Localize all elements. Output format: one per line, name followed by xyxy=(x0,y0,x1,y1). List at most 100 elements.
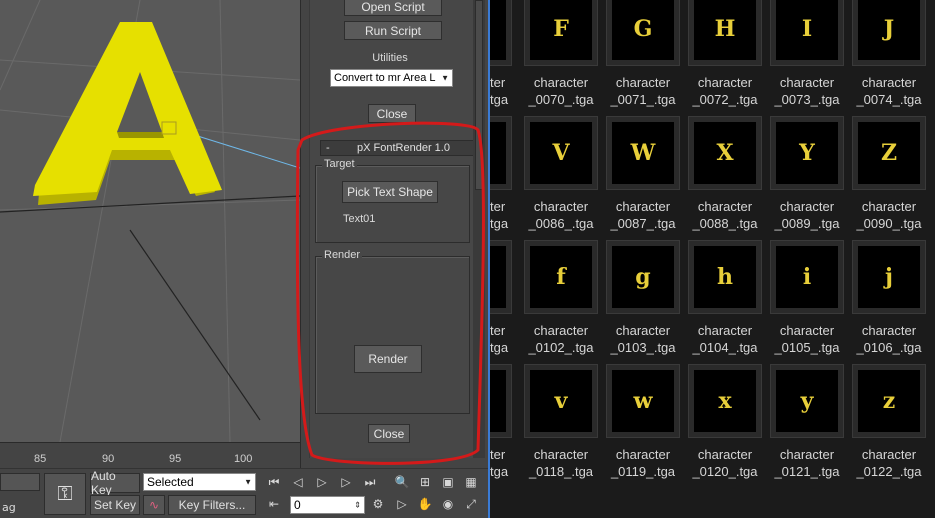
file-thumbnail[interactable]: g xyxy=(606,240,680,314)
field-of-view-icon[interactable]: ▷ xyxy=(392,495,412,513)
panel-scroll-thumb[interactable] xyxy=(475,0,483,190)
thumbnail-glyph: i xyxy=(776,246,838,308)
thumbnail-glyph: Y xyxy=(776,122,838,184)
viewport-scene xyxy=(0,0,300,442)
current-frame-spinner[interactable]: 0 ⇕ xyxy=(290,496,365,514)
file-name-line1: character xyxy=(533,447,589,462)
file-name-line2: _0088_.tga xyxy=(692,216,758,231)
rollout-header[interactable]: - pX FontRender 1.0 xyxy=(320,140,478,156)
file-thumbnail[interactable]: w xyxy=(606,364,680,438)
file-thumbnail[interactable]: I xyxy=(770,0,844,66)
file-name-line2: _0074_.tga xyxy=(856,92,922,107)
play-icon[interactable]: ▷ xyxy=(312,473,332,491)
file-tile-partial[interactable] xyxy=(490,0,512,66)
file-name-line2: _0072_.tga xyxy=(692,92,758,107)
auto-key-button[interactable]: Auto Key xyxy=(90,469,140,497)
file-thumbnail[interactable]: G xyxy=(606,0,680,66)
panel-scrollbar[interactable] xyxy=(473,0,485,458)
timeline-ruler[interactable]: 85 90 95 100 xyxy=(0,442,300,468)
close-utility-button[interactable]: Close xyxy=(368,104,416,123)
file-thumbnail[interactable]: j xyxy=(852,240,926,314)
utilities-dropdown[interactable]: Convert to mr Area L ▼ xyxy=(330,69,453,87)
file-caption-partial: tga xyxy=(490,216,509,231)
file-tile-partial[interactable] xyxy=(490,240,512,314)
target-group-title: Target xyxy=(322,158,357,170)
file-name-line1: character xyxy=(779,75,835,90)
file-thumbnail[interactable]: F xyxy=(524,0,598,66)
ruler-tick: 85 xyxy=(34,453,47,465)
file-name-line1: character xyxy=(697,75,753,90)
file-thumbnail[interactable]: v xyxy=(524,364,598,438)
thumbnail-glyph: V xyxy=(530,122,592,184)
animation-controls: ag ⚿ Auto Key Set Key Selected ▼ ∿ Key F… xyxy=(0,468,488,518)
file-thumbnail[interactable]: W xyxy=(606,116,680,190)
thumbnail-glyph: H xyxy=(694,0,756,60)
file-name-line2: _0120_.tga xyxy=(692,464,758,479)
pick-text-shape-button[interactable]: Pick Text Shape xyxy=(342,181,438,203)
thumbnail-glyph: I xyxy=(776,0,838,60)
file-name-line1: character xyxy=(779,323,835,338)
orbit-icon[interactable]: ◉ xyxy=(438,495,458,513)
file-name-line1: character xyxy=(697,323,753,338)
zoom-extents-icon[interactable]: ▣ xyxy=(438,473,458,491)
file-name-line2: _0121_.tga xyxy=(774,464,840,479)
file-thumbnail[interactable]: H xyxy=(688,0,762,66)
set-key-mode-button[interactable]: ⚿ xyxy=(44,473,86,515)
thumbnail-glyph: F xyxy=(530,0,592,60)
file-thumbnail[interactable]: X xyxy=(688,116,762,190)
file-name-line1: character xyxy=(861,199,917,214)
file-name-line2: _0090_.tga xyxy=(856,216,922,231)
zoom-extents-all-icon[interactable]: ▦ xyxy=(461,473,481,491)
key-mode-toggle-icon[interactable]: ⇤ xyxy=(264,495,284,513)
file-name-line2: _0118_.tga xyxy=(528,464,594,479)
command-panel: Open Script Run Script Utilities Convert… xyxy=(300,0,488,468)
open-script-button[interactable]: Open Script xyxy=(344,0,442,16)
previous-frame-icon[interactable]: ◁ xyxy=(288,473,308,491)
file-name-line1: character xyxy=(533,75,589,90)
file-thumbnail[interactable]: i xyxy=(770,240,844,314)
selection-filter-dropdown[interactable]: Selected ▼ xyxy=(143,473,256,491)
file-name-line2: _0070_.tga xyxy=(528,92,594,107)
file-name-line2: _0105_.tga xyxy=(774,340,840,355)
close-rollout-button[interactable]: Close xyxy=(368,424,410,443)
file-caption-partial: ter xyxy=(490,199,506,214)
zoom-icon[interactable]: 🔍 xyxy=(392,473,412,491)
zoom-all-icon[interactable]: ⊞ xyxy=(415,473,435,491)
file-name-line2: _0071_.tga xyxy=(610,92,676,107)
thumbnail-glyph: W xyxy=(612,122,674,184)
maximize-viewport-icon[interactable]: ⤢ xyxy=(461,495,481,513)
chevron-down-icon: ▼ xyxy=(244,477,252,487)
file-name-line2: _0122_.tga xyxy=(856,464,922,479)
file-tile-partial[interactable] xyxy=(490,116,512,190)
file-thumbnail[interactable]: Y xyxy=(770,116,844,190)
file-thumbnail[interactable]: f xyxy=(524,240,598,314)
file-thumbnail[interactable]: x xyxy=(688,364,762,438)
go-to-end-icon[interactable]: ⏭ xyxy=(360,473,380,491)
file-name-line2: _0073_.tga xyxy=(774,92,840,107)
file-name-line2: _0102_.tga xyxy=(528,340,594,355)
key-filters-button[interactable]: Key Filters... xyxy=(168,495,256,515)
time-config-icon[interactable]: ⚙ xyxy=(368,495,388,513)
render-button[interactable]: Render xyxy=(354,345,422,373)
letter-a-mesh xyxy=(33,22,222,205)
file-thumbnail[interactable]: z xyxy=(852,364,926,438)
file-thumbnail[interactable]: h xyxy=(688,240,762,314)
run-script-button[interactable]: Run Script xyxy=(344,21,442,40)
go-to-start-icon[interactable]: ⏮ xyxy=(264,473,284,491)
curve-editor-button[interactable]: ∿ xyxy=(143,495,165,515)
next-frame-icon[interactable]: ▷ xyxy=(336,473,356,491)
file-thumbnail[interactable]: V xyxy=(524,116,598,190)
chevron-down-icon: ▼ xyxy=(441,73,449,83)
left-partial-field[interactable] xyxy=(0,473,40,491)
file-thumbnail[interactable]: Z xyxy=(852,116,926,190)
target-group: Target Pick Text Shape Text01 xyxy=(315,158,470,243)
file-tile-partial[interactable] xyxy=(490,364,512,438)
set-key-button[interactable]: Set Key xyxy=(90,495,140,515)
perspective-viewport[interactable] xyxy=(0,0,300,442)
pan-hand-icon[interactable]: ✋ xyxy=(415,495,435,513)
thumbnail-glyph: w xyxy=(612,370,674,432)
file-thumbnail[interactable]: y xyxy=(770,364,844,438)
thumbnail-glyph: h xyxy=(694,246,756,308)
file-thumbnail[interactable]: J xyxy=(852,0,926,66)
file-name-line2: _0106_.tga xyxy=(856,340,922,355)
